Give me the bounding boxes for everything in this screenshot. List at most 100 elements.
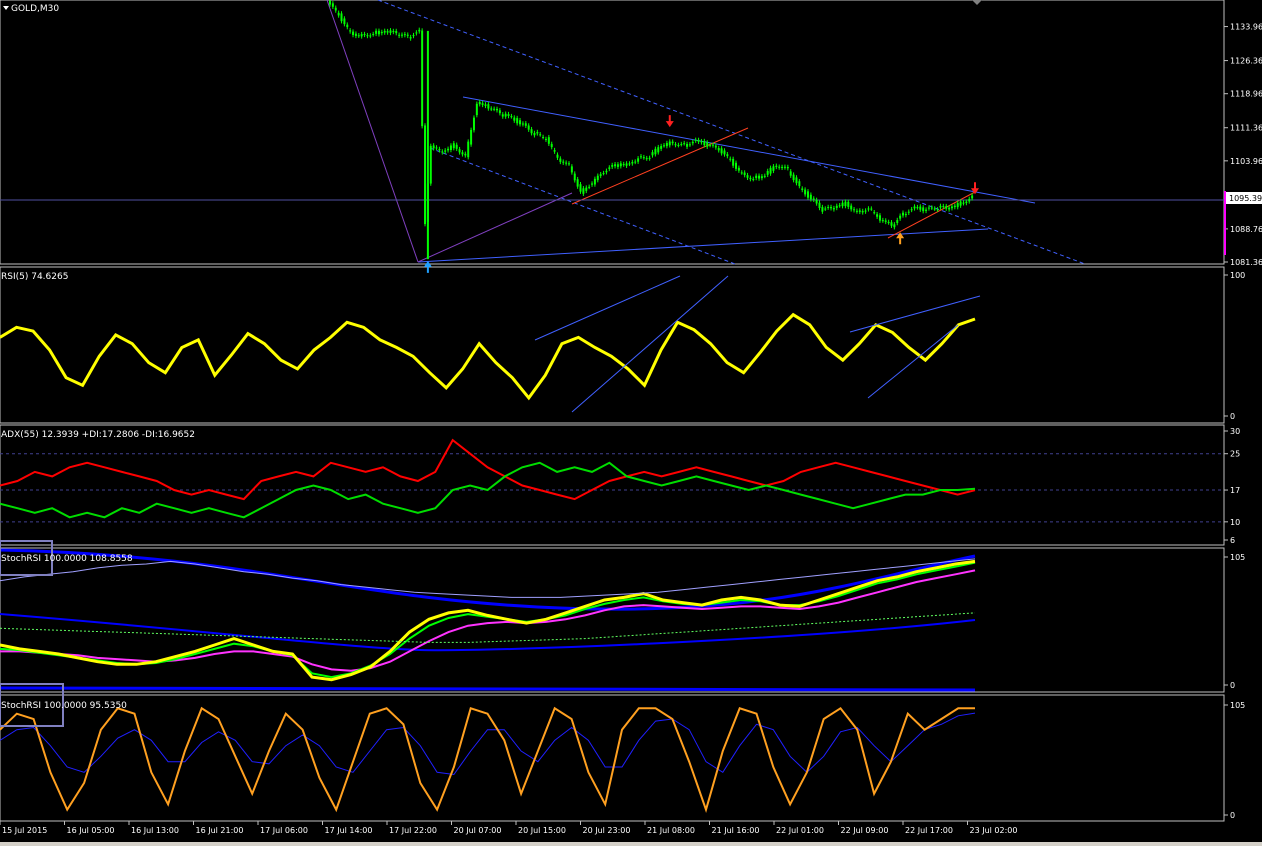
candle-body	[487, 104, 490, 109]
time-label: 23 Jul 02:00	[970, 826, 1018, 835]
candle-body	[660, 146, 663, 149]
candle-body	[544, 138, 547, 140]
candle-body	[521, 123, 524, 125]
candle-body	[732, 158, 735, 166]
chart-window[interactable]: GOLD,M30 1133.96 1126.36 1118.96 1111.36 110…	[0, 0, 1262, 846]
candle-body	[533, 132, 536, 136]
candle-body	[930, 207, 933, 209]
time-label: 16 Jul 05:00	[67, 826, 115, 835]
candle-body	[686, 143, 689, 147]
candle-body	[458, 149, 461, 153]
candle-body	[674, 144, 677, 146]
candle-body	[755, 175, 758, 179]
candle-body	[403, 34, 406, 36]
candle-body	[778, 166, 781, 168]
candle-body	[510, 116, 513, 118]
candle-body	[855, 210, 858, 212]
candle-body	[550, 143, 553, 148]
candle-body	[352, 31, 355, 36]
candle-body	[585, 187, 588, 191]
candle-body	[475, 103, 478, 116]
candle-body	[424, 125, 427, 225]
candle-body	[864, 210, 867, 212]
candle-body	[942, 206, 945, 208]
candle-body	[665, 143, 668, 147]
candle-body	[596, 175, 599, 181]
candle-body	[591, 183, 594, 185]
candle-body	[493, 108, 496, 110]
candle-body	[524, 123, 527, 126]
candle-body	[783, 166, 786, 168]
candle-body	[878, 215, 881, 221]
candle-body	[890, 222, 893, 226]
candle-body	[910, 209, 913, 211]
candle-body	[576, 179, 579, 187]
candle-body	[714, 145, 717, 148]
candle-body	[769, 167, 772, 174]
candle-body	[760, 176, 763, 179]
candle-body	[922, 207, 925, 212]
candle-body	[746, 175, 749, 178]
candle-body	[844, 201, 847, 207]
candle-body	[809, 194, 812, 200]
candle-body	[570, 166, 573, 173]
candle-body	[648, 157, 651, 159]
time-label: 21 Jul 08:00	[647, 826, 695, 835]
candle-body	[867, 208, 870, 210]
candle-body	[447, 148, 450, 151]
candle-body	[968, 198, 971, 202]
candle-body	[962, 202, 965, 204]
candle-body	[608, 167, 611, 169]
candle-body	[775, 165, 778, 167]
candle-body	[723, 150, 726, 155]
adx-axis-label: 6	[1230, 536, 1235, 545]
candle-body	[507, 114, 510, 117]
candle-body	[711, 144, 714, 146]
candle-body	[484, 104, 487, 106]
time-label: 15 Jul 2015	[2, 826, 47, 835]
candle-body	[795, 177, 798, 184]
candle-body	[441, 151, 444, 153]
candle-body	[366, 35, 369, 37]
stochrsi2-axis-label: 105	[1230, 701, 1245, 710]
time-label: 16 Jul 21:00	[196, 826, 244, 835]
candle-body	[409, 37, 412, 39]
candle-body	[806, 191, 809, 198]
candle-body	[735, 162, 738, 169]
candle-body	[870, 208, 873, 210]
candle-body	[547, 137, 550, 144]
candle-body	[593, 178, 596, 185]
candle-body	[896, 220, 899, 224]
candle-body	[884, 220, 887, 222]
candle-body	[691, 141, 694, 144]
candle-body	[565, 162, 568, 164]
candle-body	[645, 158, 648, 160]
candle-body	[542, 136, 545, 138]
candle-body	[726, 154, 729, 157]
candle-body	[637, 158, 640, 162]
candle-body	[688, 144, 691, 146]
candle-body	[899, 215, 902, 219]
time-label: 17 Jul 06:00	[260, 826, 308, 835]
adx-title: ADX(55) 12.3939 +DI:17.2806 -DI:16.9652	[1, 430, 195, 440]
candle-body	[786, 167, 789, 169]
candle-body	[611, 165, 614, 167]
current-price-label: 1095.39	[1229, 194, 1262, 203]
candle-body	[697, 139, 700, 142]
candle-body	[539, 134, 542, 136]
candle-body	[668, 141, 671, 146]
candle-body	[835, 205, 838, 208]
time-label: 21 Jul 16:00	[712, 826, 760, 835]
candle-body	[821, 207, 824, 212]
candle-body	[939, 205, 942, 208]
candle-body	[516, 118, 519, 124]
candle-body	[478, 101, 481, 105]
candle-body	[763, 175, 766, 177]
candle-body	[853, 209, 856, 211]
candle-body	[498, 110, 501, 114]
candle-body	[887, 221, 890, 223]
candle-body	[965, 201, 968, 204]
candle-body	[861, 211, 864, 213]
candle-body	[758, 175, 761, 179]
rsi-axis-label: 0	[1230, 412, 1235, 421]
